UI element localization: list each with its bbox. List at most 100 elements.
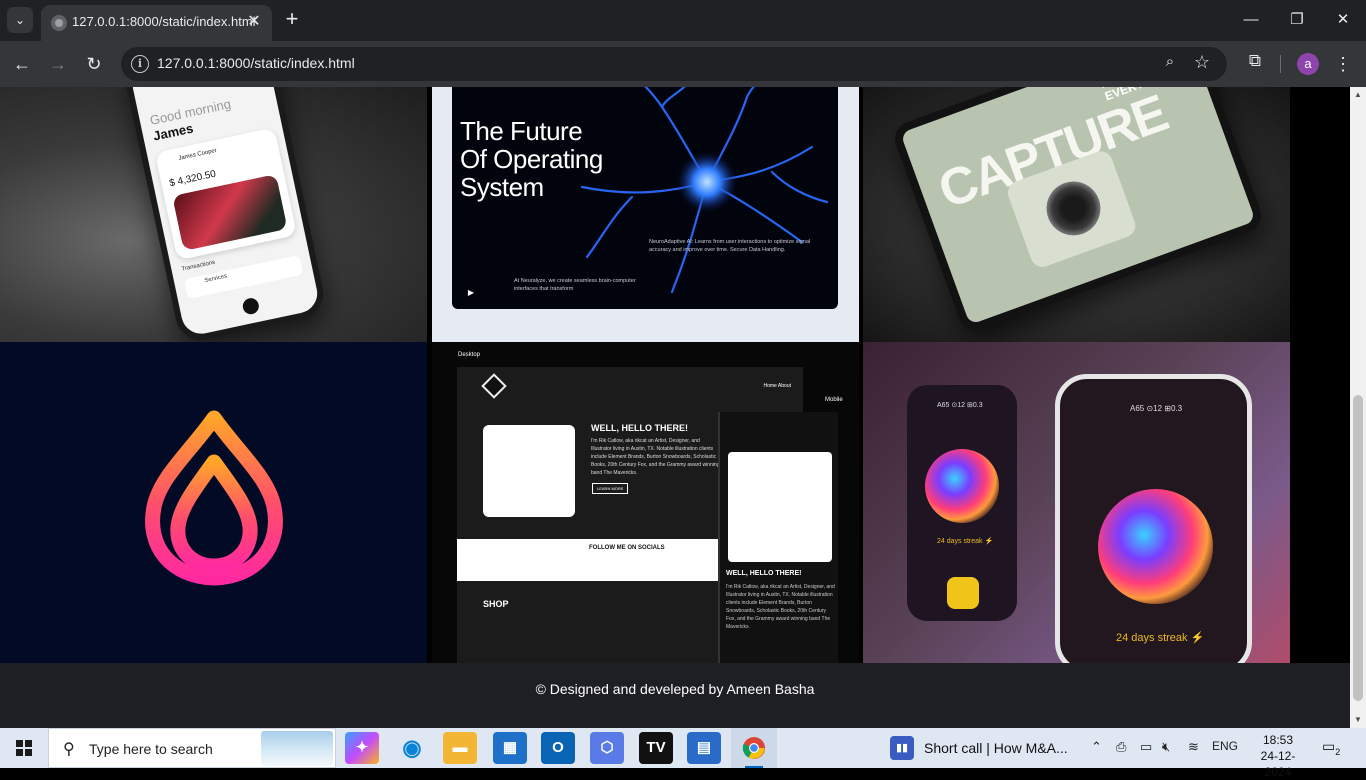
browser-tab[interactable]: 127.0.0.1:8000/static/index.html ✕ — [41, 5, 272, 41]
search-icon: ⚲ — [63, 741, 75, 758]
transactions-label: Transactions — [181, 259, 216, 273]
restore-icon[interactable]: ❐ — [1274, 0, 1320, 40]
play-button-icon — [947, 577, 979, 609]
store-icon[interactable]: ▦ — [493, 732, 527, 764]
news-app-icon[interactable]: ▤ — [687, 732, 721, 764]
file-explorer-icon[interactable]: ▬ — [443, 732, 477, 764]
copilot-icon[interactable]: ✦ — [345, 732, 379, 764]
forward-icon[interactable]: → — [44, 50, 72, 78]
mobile-label: Mobile — [825, 397, 843, 403]
tab-favicon-icon — [51, 15, 67, 31]
shop-heading: SHOP — [483, 599, 509, 609]
small-streak: 24 days streak ⚡ — [937, 538, 994, 545]
desktop-nav: Home About — [763, 383, 791, 389]
page-scrollbar[interactable]: ▲ ▼ — [1350, 87, 1366, 728]
search-highlight-image — [261, 731, 333, 766]
gallery-tile-neuralyze[interactable]: The Future Of Operating System NeuroAdap… — [432, 87, 859, 342]
socials-heading: FOLLOW ME ON SOCIALS — [589, 545, 665, 551]
zoom-icon[interactable]: ⌕ — [1159, 53, 1181, 75]
tab-title: 127.0.0.1:8000/static/index.html — [72, 14, 256, 29]
mobile-doodle-artwork — [728, 452, 832, 562]
socials-bar: FOLLOW ME ON SOCIALS — [457, 539, 727, 581]
windows-taskbar: ⚲ Type here to search ✦ ◉ ▬ ▦ O ⬡ TV ▤ ▮… — [0, 728, 1366, 779]
large-stats: A65 ⊙12 ⊞0.3 — [1130, 404, 1183, 413]
learn-more-button: LEARN MORE — [592, 483, 629, 494]
play-icon: ▶ — [467, 288, 475, 297]
camera-lens — [1038, 173, 1109, 244]
phone-mockup: Good morning James James Cooper $ 4,320.… — [122, 87, 328, 342]
bio-text: I'm Rik Catlow, aka rikcat an Artist, De… — [591, 438, 720, 476]
browser-tab-bar: ⌄ 127.0.0.1:8000/static/index.html ✕ + —… — [0, 0, 1366, 41]
outlook-icon[interactable]: O — [541, 732, 575, 764]
clock-date: 24-12-2024 — [1260, 749, 1296, 779]
large-streak: 24 days streak ⚡ — [1116, 632, 1205, 644]
chrome-icon — [742, 737, 765, 759]
gallery-tile-flame-logo[interactable] — [0, 342, 427, 663]
card-holder: James Cooper — [178, 147, 218, 162]
close-icon[interactable]: ✕ — [244, 12, 264, 32]
scroll-down-icon[interactable]: ▼ — [1350, 712, 1366, 728]
gallery-tile-finance-app[interactable]: Good morning James James Cooper $ 4,320.… — [0, 87, 427, 342]
footer-credit: © Designed and develeped by Ameen Basha — [535, 681, 815, 697]
neuralyze-description: NeuroAdaptive AI: Learns from user inter… — [649, 239, 811, 253]
page-footer: © Designed and develeped by Ameen Basha — [0, 663, 1350, 728]
clock-time: 18:53 — [1262, 733, 1294, 747]
menu-icon[interactable]: ⋮ — [1333, 50, 1353, 78]
battery-icon[interactable]: ▭ — [1140, 739, 1152, 755]
taskbar-search[interactable]: ⚲ Type here to search — [48, 728, 336, 768]
neuralyze-screen: The Future Of Operating System NeuroAdap… — [452, 87, 838, 309]
browser-toolbar: ← → ↻ i 127.0.0.1:8000/static/index.html… — [0, 41, 1366, 87]
toolbar-divider — [1280, 55, 1281, 73]
taskbar-clock[interactable]: 18:53 24-12-2024 — [1258, 732, 1298, 780]
balance-card: James Cooper $ 4,320.50 — [154, 127, 298, 261]
chrome-taskbar-button[interactable] — [731, 728, 777, 768]
camera-tray-icon[interactable]: ⎙ — [1116, 739, 1126, 755]
small-phone-mockup: A65 ⊙12 ⊞0.3 24 days streak ⚡ — [907, 385, 1017, 621]
window-close-icon[interactable]: ✕ — [1320, 0, 1366, 40]
mobile-mockup: WELL, HELLO THERE! I'm Rik Catlow, aka r… — [718, 412, 838, 663]
scroll-thumb[interactable] — [1353, 395, 1363, 701]
address-url[interactable]: 127.0.0.1:8000/static/index.html — [157, 55, 355, 71]
tab-search-icon[interactable]: ⌄ — [7, 7, 33, 33]
large-phone-mockup: A65 ⊙12 ⊞0.3 24 days streak ⚡ — [1055, 374, 1252, 663]
small-orb-image — [925, 449, 999, 523]
notification-center-icon[interactable]: ▭2 — [1322, 738, 1348, 760]
wifi-icon[interactable]: ≋ — [1188, 739, 1199, 755]
small-stats: A65 ⊙12 ⊞0.3 — [937, 402, 983, 409]
notification-count: 2 — [1335, 746, 1341, 757]
teams-notification-icon[interactable]: ▮▮ — [890, 736, 914, 760]
neuralyze-title: The Future Of Operating System — [460, 116, 603, 202]
neuralyze-subtext: At Neuralyze, we create seamless brain-c… — [514, 278, 636, 292]
doodle-artwork — [483, 425, 575, 517]
copilot-app-icon[interactable]: ⬡ — [590, 732, 624, 764]
volume-muted-icon[interactable]: 🔇︎ — [1162, 739, 1170, 755]
search-placeholder: Type here to search — [89, 741, 213, 757]
phone-nav-bar — [210, 290, 292, 322]
page-viewport: Good morning James James Cooper $ 4,320.… — [0, 87, 1350, 728]
hello-heading: WELL, HELLO THERE! — [591, 423, 688, 433]
desktop-label: Desktop — [458, 352, 481, 358]
card-artwork — [172, 174, 288, 251]
tray-chevron-icon[interactable]: ⌃ — [1091, 739, 1102, 755]
edge-icon[interactable]: ◉ — [395, 732, 429, 764]
language-indicator[interactable]: ENG — [1212, 739, 1238, 753]
gallery-tile-music-app[interactable]: A65 ⊙12 ⊞0.3 24 days streak ⚡ A65 ⊙12 ⊞0… — [863, 342, 1290, 663]
minimize-icon[interactable]: — — [1228, 0, 1274, 40]
new-tab-icon[interactable]: + — [281, 8, 303, 32]
portfolio-logo-icon — [481, 373, 507, 399]
extensions-icon[interactable]: ⧉ — [1243, 51, 1267, 75]
start-button[interactable] — [0, 728, 48, 768]
scroll-up-icon[interactable]: ▲ — [1350, 87, 1366, 103]
star-icon[interactable]: ☆ — [1191, 52, 1213, 74]
tradingview-icon[interactable]: TV — [639, 732, 673, 764]
address-bar[interactable]: i 127.0.0.1:8000/static/index.html ⌕ ☆ — [121, 47, 1227, 81]
flame-logo-icon — [145, 410, 283, 586]
neuron-image — [580, 87, 829, 294]
gallery-tile-portfolio[interactable]: Desktop Home About WELL, HELLO THERE! I'… — [432, 342, 859, 663]
gallery-tile-capture[interactable]: CAPTURE MOMENTS NATURE EVERYTHING — [863, 87, 1290, 342]
site-info-icon[interactable]: i — [131, 55, 149, 73]
taskbar-notification-text[interactable]: Short call | How M&A... — [924, 740, 1068, 756]
profile-avatar[interactable]: a — [1297, 53, 1319, 75]
reload-icon[interactable]: ↻ — [80, 50, 108, 78]
back-icon[interactable]: ← — [8, 50, 36, 78]
